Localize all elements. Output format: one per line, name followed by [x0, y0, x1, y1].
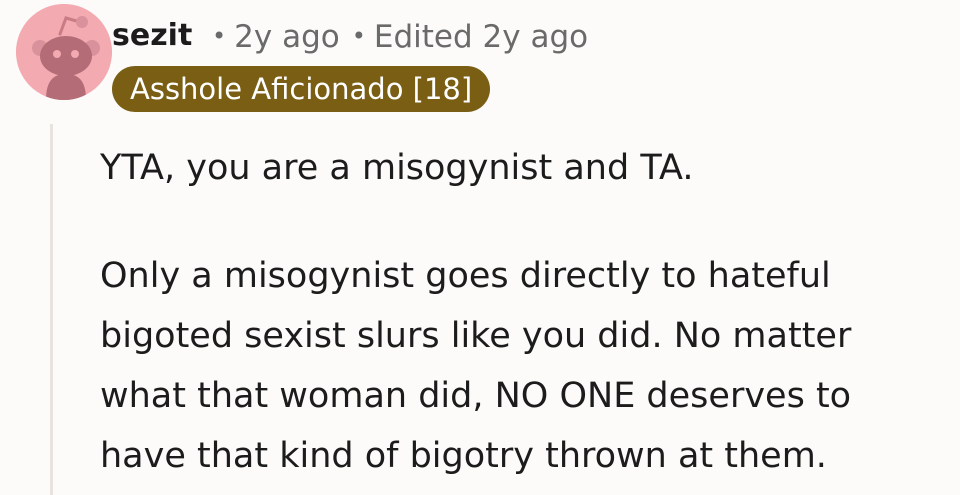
comment: sezit • 2y ago • Edited 2y ago Asshole Afic…	[0, 0, 960, 495]
comment-author[interactable]: sezit	[112, 16, 192, 56]
comment-timestamp[interactable]: 2y ago	[234, 19, 340, 55]
comment-paragraph: YTA, you are a misogynist and TA.	[100, 148, 694, 188]
comment-body: YTA, you are a misogynist and TA. Only a…	[100, 138, 940, 486]
dot-separator: •	[351, 22, 366, 50]
comment-paragraph: Only a misogynist goes directly to hatef…	[100, 256, 852, 476]
edited-timestamp: Edited 2y ago	[373, 19, 589, 55]
dot-separator: •	[212, 22, 227, 50]
snoo-avatar-icon	[16, 4, 112, 100]
user-flair: Asshole Aficionado [18]	[112, 66, 491, 112]
user-avatar[interactable]	[16, 4, 112, 100]
comment-meta: • 2y ago • Edited 2y ago	[212, 16, 588, 57]
thread-line[interactable]	[50, 124, 53, 495]
